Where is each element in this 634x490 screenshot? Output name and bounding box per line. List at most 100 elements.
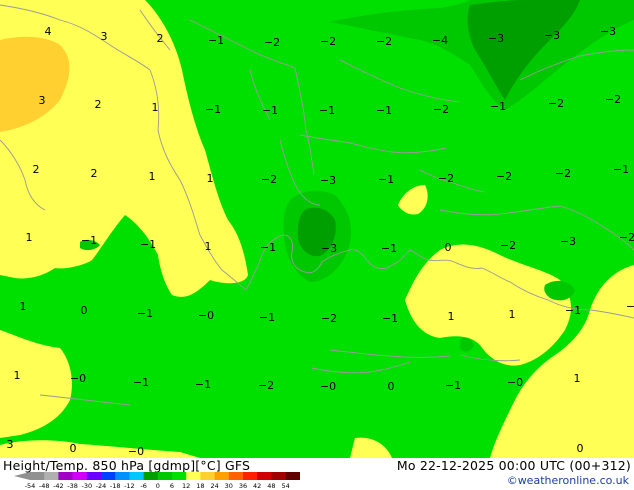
contour-label: −2 <box>619 231 634 244</box>
contour-label: −0 <box>70 372 86 385</box>
colorbar-swatch <box>44 472 59 480</box>
colorbar-tick: 30 <box>225 482 233 489</box>
contour-label: 1 <box>509 308 516 321</box>
contour-label: −3 <box>600 25 616 38</box>
contour-label: 1 <box>574 372 581 385</box>
contour-label: −2 <box>264 36 280 49</box>
contour-label: 1 <box>20 300 27 313</box>
contour-label: 1 <box>149 170 156 183</box>
contour-label: −4 <box>432 34 448 47</box>
colorbar-swatch <box>228 472 244 480</box>
colorbar-swatch <box>243 472 258 480</box>
contour-label: −1 <box>81 234 97 247</box>
colorbar-swatch <box>200 472 215 480</box>
contour-label: 2 <box>33 163 40 176</box>
contour-label: −1 <box>195 378 211 391</box>
weather-map: 4 3 2 −1 −2 −2 −2 −4 −3 −3 −3 3 2 1 −1 −1 −1 −1 −2 −1 −2 −2 2 2… <box>0 0 634 458</box>
contour-label: 2 <box>95 98 102 111</box>
contour-label: −1 <box>140 238 156 251</box>
contour-label: 0 <box>445 241 452 254</box>
contour-label: 1 <box>207 172 214 185</box>
contour-label: −2 <box>258 379 274 392</box>
contour-label: −2 <box>376 35 392 48</box>
colorbar-swatch <box>271 472 286 480</box>
contour-label: −2 <box>320 35 336 48</box>
contour-label: −1 <box>382 312 398 325</box>
contour-label: 0 <box>81 304 88 317</box>
colorbar-swatch <box>129 472 144 480</box>
colorbar-swatch <box>58 472 73 480</box>
contour-label: −0 <box>320 380 336 393</box>
contour-label: 2 <box>91 167 98 180</box>
colorbar-tick: 24 <box>210 482 218 489</box>
contour-label: −1 <box>319 104 335 117</box>
contour-label: 1 <box>14 369 21 382</box>
contour-label: −1 <box>378 173 394 186</box>
colorbar-tick: 0 <box>156 482 160 489</box>
contour-label: 3 <box>39 94 46 107</box>
contour-label: −1 <box>381 242 397 255</box>
colorbar-tick: 12 <box>182 482 190 489</box>
colorbar-swatch <box>115 472 130 480</box>
colorbar-tick: 36 <box>239 482 247 489</box>
contour-label: 1 <box>448 310 455 323</box>
colorbar-tick: 18 <box>196 482 204 489</box>
contour-label: −1 <box>626 300 634 313</box>
colorbar-swatch <box>186 472 201 480</box>
contour-label: −2 <box>438 172 454 185</box>
contour-label: 1 <box>26 231 33 244</box>
contour-label: 1 <box>205 240 212 253</box>
contour-label: −3 <box>321 242 337 255</box>
contour-label: −2 <box>261 173 277 186</box>
contour-label: −1 <box>376 104 392 117</box>
footer: Height/Temp. 850 hPa [gdmp][°C] GFS Mo 2… <box>0 458 634 490</box>
contour-label: −0 <box>128 445 144 458</box>
contour-label: −1 <box>205 103 221 116</box>
contour-label: −0 <box>198 309 214 322</box>
contour-label: −2 <box>605 93 621 106</box>
credit-link[interactable]: ©weatheronline.co.uk <box>507 474 629 487</box>
contour-label: −2 <box>496 170 512 183</box>
colorbar-swatch <box>86 472 102 480</box>
colorbar-tick: -12 <box>124 482 135 489</box>
contour-label: 2 <box>157 32 164 45</box>
colorbar-tick: 48 <box>267 482 275 489</box>
colorbar-tick: 42 <box>253 482 261 489</box>
colorbar-tick: -30 <box>81 482 92 489</box>
contour-label: −2 <box>433 103 449 116</box>
colorbar: -54 -48 -42 -38 -30 -24 -18 -12 -6 0 6 12 18 24 30 36 42… <box>14 472 300 489</box>
contour-label: −0 <box>507 376 523 389</box>
contour-label: 0 <box>577 442 584 455</box>
colorbar-swatch <box>143 472 159 480</box>
colorbar-swatch <box>72 472 88 480</box>
colorbar-swatch <box>285 472 300 480</box>
colorbar-tick: -54 <box>25 482 36 489</box>
colorbar-tick: -38 <box>67 482 78 489</box>
contour-label: −1 <box>445 379 461 392</box>
colorbar-tick: -48 <box>39 482 50 489</box>
contour-label: −1 <box>613 163 629 176</box>
map-title: Height/Temp. 850 hPa [gdmp][°C] GFS <box>3 458 251 473</box>
contour-label: −1 <box>490 100 506 113</box>
colorbar-tick: 6 <box>170 482 174 489</box>
colorbar-swatch <box>30 472 45 480</box>
contour-label: 3 <box>7 438 14 451</box>
contour-label: 3 <box>101 30 108 43</box>
contour-label: −2 <box>321 312 337 325</box>
contour-label: −3 <box>560 235 576 248</box>
valid-time: Mo 22-12-2025 00:00 UTC (00+312) <box>396 458 631 473</box>
contour-label: −3 <box>488 32 504 45</box>
colorbar-swatch <box>157 472 173 480</box>
contour-label: −1 <box>259 311 275 324</box>
contour-label: −1 <box>137 307 153 320</box>
contour-label: −3 <box>544 29 560 42</box>
colorbar-swatch <box>214 472 230 480</box>
contour-label: −1 <box>262 104 278 117</box>
contour-label: −3 <box>320 174 336 187</box>
contour-label: −1 <box>133 376 149 389</box>
contour-label: 1 <box>152 101 159 114</box>
colorbar-swatch <box>101 472 116 480</box>
colorbar-arrow-left <box>14 472 30 480</box>
contour-label: 0 <box>388 380 395 393</box>
colorbar-tick: -42 <box>53 482 64 489</box>
